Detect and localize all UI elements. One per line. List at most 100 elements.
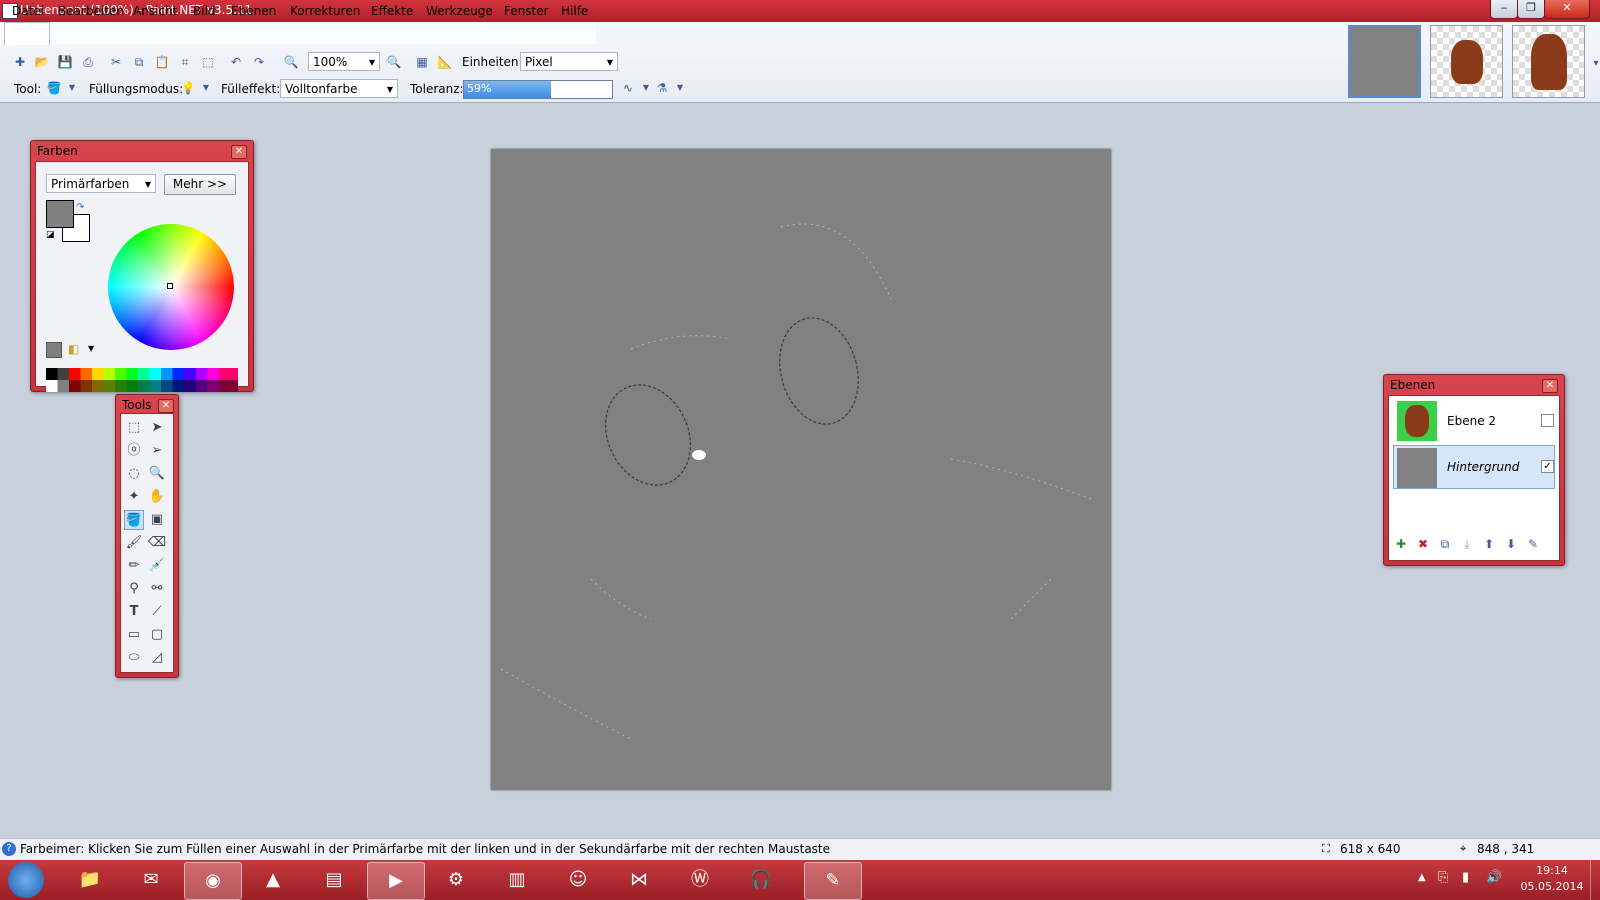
freeform-shape-icon[interactable]: ◿ — [147, 648, 167, 668]
visual-studio-icon[interactable]: ⋈ — [611, 862, 667, 898]
warcraft-icon[interactable]: Ⓦ — [672, 862, 728, 898]
media-player-icon[interactable]: ▶ — [367, 862, 425, 900]
zoom-in-icon[interactable]: 🔍 — [386, 54, 402, 70]
volume-icon[interactable]: 🔊 — [1486, 870, 1502, 885]
image-canvas[interactable] — [491, 149, 1111, 790]
add-to-palette-icon[interactable] — [46, 342, 62, 358]
clock-date[interactable]: 05.05.2014 — [1520, 880, 1584, 893]
move-selection-icon[interactable]: ➢ — [147, 441, 167, 461]
delete-layer-icon[interactable]: ✖ — [1415, 536, 1431, 552]
add-layer-icon[interactable]: ✚ — [1393, 536, 1409, 552]
chrome-icon[interactable]: ◉ — [184, 862, 242, 900]
zoom-tool-icon[interactable]: 🔍 — [147, 464, 167, 484]
merge-layer-icon[interactable]: ⤓ — [1459, 536, 1475, 552]
color-picker-icon[interactable]: 💉 — [147, 556, 167, 576]
palette-menu-icon[interactable]: ◧ — [68, 342, 79, 356]
menu-bild[interactable]: Bild — [193, 4, 216, 18]
tray-device-icon[interactable]: ⎘ — [1438, 870, 1448, 885]
menu-effekte[interactable]: Effekte — [371, 4, 413, 18]
chevron-down-icon[interactable]: ▼ — [88, 344, 94, 353]
zoom-combo[interactable]: 100% ▼ — [308, 52, 380, 71]
menu-ansicht[interactable]: Ansicht — [133, 4, 177, 18]
recolor-icon[interactable]: ⚯ — [147, 579, 167, 599]
paint-bucket-tool-icon[interactable]: 🪣 — [124, 510, 144, 530]
steam-icon[interactable]: ⚙ — [428, 862, 484, 898]
image-thumbnail-3[interactable] — [1512, 25, 1585, 98]
layer-row-hintergrund[interactable]: Hintergrund ✓ — [1393, 445, 1555, 489]
paste-icon[interactable]: 📋 — [154, 54, 170, 70]
crop-icon[interactable]: ⌗ — [177, 54, 193, 70]
duplicate-layer-icon[interactable]: ⧉ — [1437, 536, 1453, 552]
eraser-icon[interactable]: ⌫ — [147, 533, 167, 553]
zoom-out-icon[interactable]: 🔍 — [283, 54, 299, 70]
menu-bearbeiten[interactable]: Bearbeiten — [58, 4, 124, 18]
layer-up-icon[interactable]: ⬆ — [1481, 536, 1497, 552]
paintnet-task-icon[interactable]: ✎ — [804, 862, 862, 900]
close-icon[interactable]: ✕ — [231, 145, 247, 159]
clone-stamp-icon[interactable]: ⚲ — [124, 579, 144, 599]
chevron-down-icon[interactable]: ▼ — [198, 80, 214, 96]
deselect-icon[interactable]: ⬚ — [200, 54, 216, 70]
audio-app-icon[interactable]: 🎧 — [733, 862, 789, 898]
units-combo[interactable]: Pixel ▼ — [520, 52, 618, 71]
redo-icon[interactable]: ↷ — [251, 54, 267, 70]
image-thumbnail-2[interactable] — [1430, 25, 1503, 98]
antialias-icon[interactable]: ∿ — [620, 80, 636, 96]
paint-bucket-icon[interactable]: 🪣 — [46, 80, 62, 96]
swap-colors-icon[interactable]: ↷ — [76, 202, 84, 213]
paintbrush-icon[interactable]: 🖌 — [124, 533, 144, 553]
tolerance-slider[interactable]: 59% — [463, 80, 613, 99]
color-mode-combo[interactable]: Primärfarben ▼ — [46, 174, 156, 193]
line-curve-icon[interactable]: ⟋ — [147, 602, 167, 622]
rounded-rectangle-icon[interactable]: ▢ — [147, 625, 167, 645]
move-selected-icon[interactable]: ➤ — [147, 418, 167, 438]
network-icon[interactable]: ▮ — [1462, 870, 1469, 885]
close-icon[interactable]: ✕ — [158, 399, 174, 413]
fill-effect-combo[interactable]: Volltonfarbe ▼ — [280, 79, 398, 98]
menu-korrekturen[interactable]: Korrekturen — [290, 4, 360, 18]
color-wheel[interactable] — [108, 224, 234, 350]
show-desktop-button[interactable] — [1590, 860, 1600, 900]
gradient-tool-icon[interactable]: ▣ — [147, 510, 167, 530]
menu-datei[interactable]: Datei — [12, 4, 44, 18]
blend-mode-icon[interactable]: ⚗ — [654, 80, 670, 96]
layer-properties-icon[interactable]: ✎ — [1525, 536, 1541, 552]
maximize-button[interactable]: ❐ — [1517, 0, 1545, 19]
magic-wand-icon[interactable]: ✦ — [124, 487, 144, 507]
rectangle-select-icon[interactable]: ⬚ — [124, 418, 144, 438]
thumbnail-menu-icon[interactable]: ▾ — [1588, 56, 1600, 72]
rectangle-shape-icon[interactable]: ▭ — [124, 625, 144, 645]
cut-icon[interactable]: ✂ — [108, 54, 124, 70]
ellipse-select-icon[interactable]: ◌ — [124, 464, 144, 484]
anime-app-icon[interactable]: ☺ — [550, 862, 606, 898]
close-button[interactable]: ✕ — [1544, 0, 1590, 19]
open-file-icon[interactable]: 📂 — [34, 54, 50, 70]
clock-time[interactable]: 19:14 — [1520, 864, 1584, 877]
vlc-icon[interactable]: ▲ — [245, 862, 301, 898]
layer-down-icon[interactable]: ⬇ — [1503, 536, 1519, 552]
chevron-down-icon[interactable]: ▼ — [638, 80, 654, 96]
image-thumbnail-current[interactable] — [1348, 25, 1421, 98]
ellipse-shape-icon[interactable]: ⬭ — [124, 648, 144, 668]
ruler-icon[interactable]: 📐 — [437, 54, 453, 70]
palette-row-top[interactable] — [46, 368, 238, 380]
terminal-icon[interactable]: ▤ — [306, 862, 362, 898]
more-button[interactable]: Mehr >> — [164, 174, 236, 195]
close-icon[interactable]: ✕ — [1542, 379, 1558, 393]
simcity-icon[interactable]: ▥ — [489, 862, 545, 898]
chevron-down-icon[interactable]: ▼ — [672, 80, 688, 96]
pencil-icon[interactable]: ✏ — [124, 556, 144, 576]
palette-row-bottom[interactable] — [46, 380, 238, 392]
layer-row-ebene-2[interactable]: Ebene 2 — [1393, 399, 1555, 443]
print-icon[interactable]: ⎙ — [80, 54, 96, 70]
copy-icon[interactable]: ⧉ — [131, 54, 147, 70]
menu-hilfe[interactable]: Hilfe — [561, 4, 588, 18]
layer-visibility-checkbox[interactable] — [1541, 414, 1554, 427]
explorer-icon[interactable]: 📁 — [62, 862, 118, 898]
menu-ebenen[interactable]: Ebenen — [231, 4, 276, 18]
color-wheel-cursor[interactable] — [167, 283, 173, 289]
layer-visibility-checkbox[interactable]: ✓ — [1541, 460, 1554, 473]
minimize-button[interactable]: ‒ — [1490, 0, 1518, 19]
chevron-down-icon[interactable]: ▼ — [64, 80, 80, 96]
new-file-icon[interactable]: ✚ — [12, 54, 28, 70]
